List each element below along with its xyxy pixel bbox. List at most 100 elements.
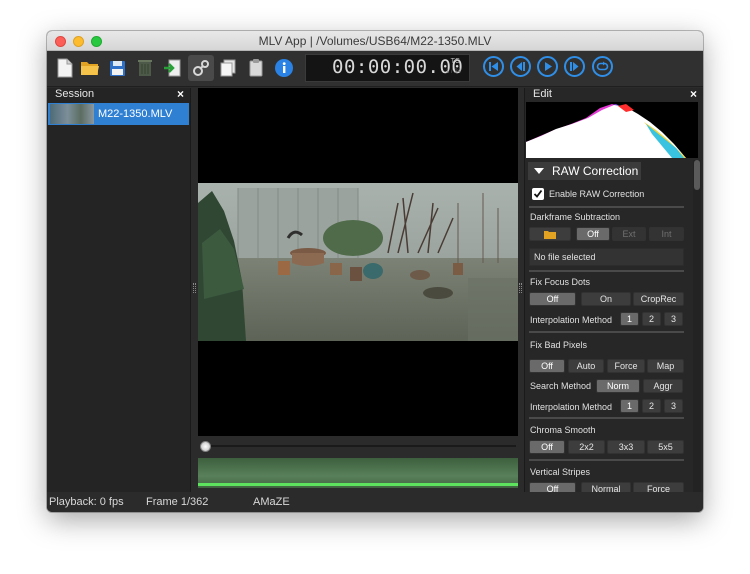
enable-raw-correction-checkbox[interactable] [532,188,544,200]
trash-icon [138,60,152,76]
playback-status: Playback: 0 fps [49,496,124,508]
app-window: MLV App | /Volumes/USB64/M22-1350.MLV 00… [47,31,703,512]
open-button[interactable] [77,55,103,81]
edit-scrollbar-thumb[interactable] [694,160,700,190]
toolbar: 00:00:00.00 TC 1 / 24 [47,51,703,87]
paste-receipt-button[interactable] [243,55,269,81]
stripes-normal-button[interactable]: Normal [581,482,631,492]
chroma-2x2-button[interactable]: 2x2 [568,440,605,454]
chroma-smooth-label: Chroma Smooth [530,425,596,435]
session-close-icon[interactable]: × [177,88,184,100]
focus-dots-off-button[interactable]: Off [529,292,576,306]
audio-waveform [198,458,518,488]
previous-frame-button[interactable] [510,56,531,77]
darkframe-label: Darkframe Subtraction [530,212,621,222]
timeline-knob[interactable] [200,441,211,452]
darkframe-load-button[interactable] [529,227,571,241]
delete-button[interactable] [132,55,158,81]
session-title: Session [55,88,95,100]
histogram-graph [526,104,686,158]
clip-thumbnail [50,104,94,124]
chroma-off-button[interactable]: Off [529,440,565,454]
separator [529,270,684,272]
info-button[interactable] [271,55,297,81]
bad-pixels-off-button[interactable]: Off [529,359,565,373]
settings-button[interactable] [188,55,214,81]
interpolation-1-button[interactable]: 1 [620,399,639,413]
chroma-3x3-button[interactable]: 3x3 [607,440,645,454]
new-file-button[interactable] [52,55,78,81]
edit-close-icon[interactable]: × [690,88,697,100]
play-button[interactable] [537,56,558,77]
interpolation-2-button[interactable]: 2 [642,399,661,413]
darkframe-int-button[interactable]: Int [649,227,684,241]
collapse-triangle-icon [534,168,544,174]
interpolation-method-label: Interpolation Method [530,315,613,325]
interpolation-3-button[interactable]: 3 [664,312,683,326]
timecode-fps: 1 / 24 [445,69,461,75]
stripes-off-button[interactable]: Off [529,482,576,492]
window-title: MLV App | /Volumes/USB64/M22-1350.MLV [258,34,492,48]
skip-to-start-icon [489,62,498,71]
interpolation-3-button[interactable]: 3 [664,399,683,413]
timeline-slider[interactable] [198,439,518,453]
right-splitter-handle[interactable] [519,283,522,293]
status-bar: Playback: 0 fps Frame 1/362 AMaZE [47,492,703,512]
debayer-status: AMaZE [253,496,290,508]
previous-frame-icon [516,62,525,71]
darkframe-file-field: No file selected [529,248,684,266]
session-panel: Session × M22-1350.MLV [47,88,191,492]
folder-icon [544,230,556,239]
settings-icon [193,60,209,76]
garden-scene-image [198,183,518,341]
video-viewer[interactable] [198,88,518,436]
next-frame-button[interactable] [564,56,585,77]
export-button[interactable] [159,55,185,81]
copy-icon [220,59,236,77]
save-button[interactable] [104,55,130,81]
focus-dots-croprec-button[interactable]: CropRec [633,292,684,306]
raw-correction-header[interactable]: RAW Correction [528,162,641,180]
separator [529,206,684,208]
search-aggr-button[interactable]: Aggr [643,379,683,393]
vertical-stripes-label: Vertical Stripes [530,467,591,477]
save-icon [109,60,125,76]
new-file-icon [57,58,73,78]
darkframe-ext-button[interactable]: Ext [612,227,646,241]
loop-button[interactable] [592,56,613,77]
interpolation-2-button[interactable]: 2 [642,312,661,326]
chroma-5x5-button[interactable]: 5x5 [647,440,684,454]
focus-dots-on-button[interactable]: On [581,292,631,306]
edit-header: Edit × [525,88,703,102]
separator [529,331,684,333]
edit-panel: Edit × RAW Correction Enable RAW Correct… [524,88,703,492]
export-icon [164,59,181,77]
interpolation-1-button[interactable]: 1 [620,312,639,326]
stripes-force-button[interactable]: Force [633,482,684,492]
separator [529,417,684,419]
skip-to-start-button[interactable] [483,56,504,77]
left-splitter-handle[interactable] [193,283,196,293]
audio-level-line [198,483,518,486]
timeline-track [204,445,516,447]
edit-title: Edit [533,88,552,100]
enable-raw-correction-label: Enable RAW Correction [549,189,645,199]
next-frame-icon [570,62,579,71]
bad-pixels-auto-button[interactable]: Auto [568,359,604,373]
bad-pixels-force-button[interactable]: Force [607,359,645,373]
bad-pixels-map-button[interactable]: Map [647,359,684,373]
timecode-display: 00:00:00.00 TC 1 / 24 [305,54,470,82]
session-list-item[interactable]: M22-1350.MLV [48,103,189,125]
frame-status: Frame 1/362 [146,496,209,508]
video-frame [198,183,518,341]
timecode-value: 00:00:00.00 [332,56,464,78]
session-header: Session × [47,88,190,102]
copy-receipt-button[interactable] [215,55,241,81]
search-method-label: Search Method [530,381,592,391]
open-folder-icon [81,62,99,75]
edit-scrollbar[interactable] [693,160,701,492]
darkframe-off-button[interactable]: Off [576,227,610,241]
paste-icon [249,59,263,77]
info-icon [275,59,293,77]
search-norm-button[interactable]: Norm [596,379,640,393]
